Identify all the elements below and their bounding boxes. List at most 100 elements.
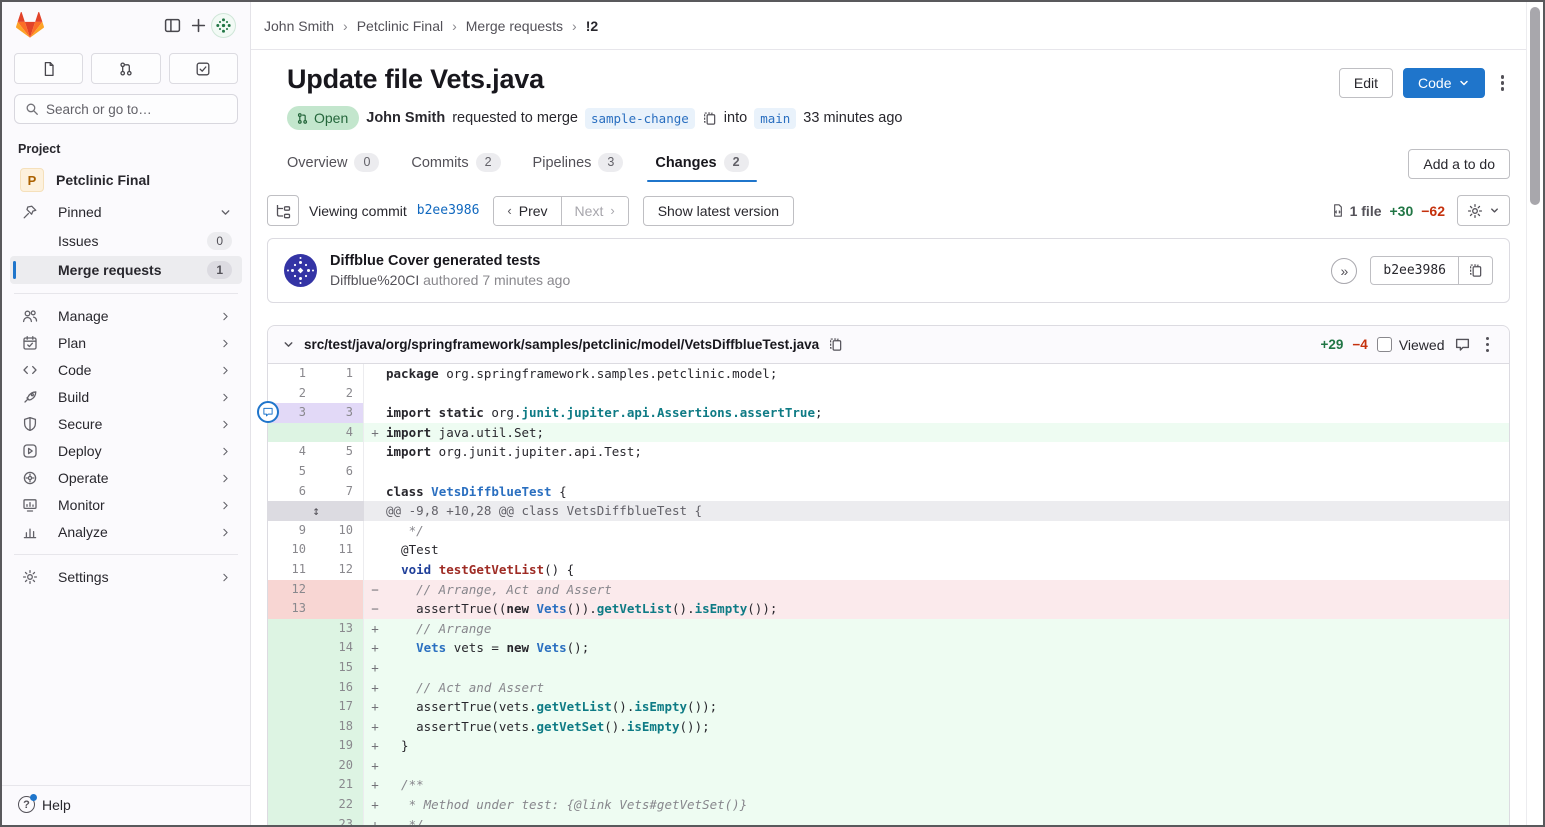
old-line-number[interactable]: 6 xyxy=(268,482,316,502)
diff-settings-button[interactable] xyxy=(1457,195,1510,226)
breadcrumb-item[interactable]: John Smith xyxy=(264,18,334,34)
old-line-number[interactable] xyxy=(268,795,316,815)
old-line-number[interactable] xyxy=(268,423,316,443)
sidebar-item-pinned[interactable]: Pinned xyxy=(10,199,242,225)
old-line-number[interactable]: 4 xyxy=(268,442,316,462)
copy-sha-icon[interactable] xyxy=(1459,256,1493,285)
breadcrumb-item[interactable]: Petclinic Final xyxy=(357,18,443,34)
old-line-number[interactable] xyxy=(268,658,316,678)
new-line-number[interactable]: 4 xyxy=(316,423,364,443)
old-line-number[interactable]: 13 xyxy=(268,599,316,619)
sidebar-item-plan[interactable]: Plan xyxy=(10,330,242,356)
prev-commit-button[interactable]: ‹ Prev xyxy=(494,197,560,225)
diff-expand-row[interactable]: ↕ @@ -9,8 +10,28 @@ class VetsDiffblueTe… xyxy=(268,501,1509,521)
new-line-number[interactable]: 21 xyxy=(316,775,364,795)
sidebar-item-deploy[interactable]: Deploy xyxy=(10,438,242,464)
new-line-number[interactable]: 2 xyxy=(316,384,364,404)
sidebar-item-project[interactable]: P Petclinic Final xyxy=(10,163,242,197)
commit-sha-link[interactable]: b2ee3986 xyxy=(417,203,480,218)
mr-author[interactable]: John Smith xyxy=(366,110,445,126)
new-line-number[interactable]: 16 xyxy=(316,678,364,698)
old-line-number[interactable]: 2 xyxy=(268,384,316,404)
new-line-number[interactable]: 12 xyxy=(316,560,364,580)
new-line-number[interactable]: 18 xyxy=(316,717,364,737)
tab-commits[interactable]: Commits 2 xyxy=(403,140,508,187)
target-branch-badge[interactable]: main xyxy=(754,108,796,129)
commit-author[interactable]: Diffblue%20CI xyxy=(330,272,419,288)
expand-commit-icon[interactable]: » xyxy=(1331,258,1357,284)
old-line-number[interactable]: 10 xyxy=(268,540,316,560)
diff-file-path[interactable]: src/test/java/org/springframework/sample… xyxy=(304,337,819,352)
file-tree-toggle-icon[interactable] xyxy=(267,195,299,226)
sidebar-item-manage[interactable]: Manage xyxy=(10,303,242,329)
new-line-number[interactable] xyxy=(316,599,364,619)
sidebar-item-settings[interactable]: Settings xyxy=(10,564,242,590)
tab-changes[interactable]: Changes 2 xyxy=(647,140,756,187)
collapse-file-icon[interactable] xyxy=(282,338,295,351)
old-line-number[interactable] xyxy=(268,638,316,658)
old-line-number[interactable]: 11 xyxy=(268,560,316,580)
sidebar-item-code[interactable]: Code xyxy=(10,357,242,383)
next-commit-button[interactable]: Next › xyxy=(561,197,628,225)
sidebar-toggle-icon[interactable] xyxy=(159,13,185,39)
tab-pipelines[interactable]: Pipelines 3 xyxy=(525,140,632,187)
file-options-icon[interactable] xyxy=(1480,331,1496,359)
sidebar-item-issues[interactable]: Issues 0 xyxy=(10,227,242,255)
new-line-number[interactable]: 1 xyxy=(316,364,364,384)
copy-branch-icon[interactable] xyxy=(702,111,717,126)
old-line-number[interactable] xyxy=(268,717,316,737)
show-latest-version-button[interactable]: Show latest version xyxy=(643,196,794,226)
more-options-icon[interactable] xyxy=(1495,69,1511,97)
new-line-number[interactable]: 11 xyxy=(316,540,364,560)
todo-shortcut-button[interactable] xyxy=(169,53,238,84)
search-input[interactable]: Search or go to… xyxy=(14,94,238,124)
old-line-number[interactable] xyxy=(268,736,316,756)
old-line-number[interactable]: 5 xyxy=(268,462,316,482)
sidebar-item-operate[interactable]: Operate xyxy=(10,465,242,491)
plus-icon[interactable] xyxy=(185,13,211,39)
sidebar-item-help[interactable]: ? Help xyxy=(2,785,250,825)
old-line-number[interactable] xyxy=(268,815,316,825)
old-line-number[interactable]: 1 xyxy=(268,364,316,384)
breadcrumb-item[interactable]: Merge requests xyxy=(466,18,563,34)
new-line-number[interactable]: 6 xyxy=(316,462,364,482)
old-line-number[interactable] xyxy=(268,756,316,776)
new-line-number[interactable]: 10 xyxy=(316,521,364,541)
old-line-number[interactable]: 9 xyxy=(268,521,316,541)
merge-request-shortcut-button[interactable] xyxy=(91,53,160,84)
old-line-number[interactable] xyxy=(268,619,316,639)
sidebar-item-build[interactable]: Build xyxy=(10,384,242,410)
commit-title[interactable]: Diffblue Cover generated tests xyxy=(330,253,570,269)
copy-path-icon[interactable] xyxy=(828,337,843,352)
edit-button[interactable]: Edit xyxy=(1339,68,1393,98)
sidebar-item-merge-requests[interactable]: Merge requests 1 xyxy=(10,256,242,284)
issues-shortcut-button[interactable] xyxy=(14,53,83,84)
old-line-number[interactable] xyxy=(268,697,316,717)
new-line-number[interactable]: 22 xyxy=(316,795,364,815)
sidebar-item-secure[interactable]: Secure xyxy=(10,411,242,437)
new-line-number[interactable] xyxy=(316,580,364,600)
new-line-number[interactable]: 17 xyxy=(316,697,364,717)
source-branch-badge[interactable]: sample-change xyxy=(585,108,695,129)
sidebar-item-monitor[interactable]: Monitor xyxy=(10,492,242,518)
old-line-number[interactable] xyxy=(268,775,316,795)
new-line-number[interactable]: 14 xyxy=(316,638,364,658)
new-line-number[interactable]: 5 xyxy=(316,442,364,462)
new-line-number[interactable]: 13 xyxy=(316,619,364,639)
new-line-number[interactable]: 3 xyxy=(316,403,364,423)
old-line-number[interactable] xyxy=(268,678,316,698)
user-avatar[interactable] xyxy=(211,13,236,38)
sidebar-item-analyze[interactable]: Analyze xyxy=(10,519,242,545)
new-line-number[interactable]: 7 xyxy=(316,482,364,502)
code-button[interactable]: Code xyxy=(1403,68,1484,98)
scrollbar-thumb[interactable] xyxy=(1530,7,1540,205)
new-line-number[interactable]: 23 xyxy=(316,815,364,825)
new-line-number[interactable]: 19 xyxy=(316,736,364,756)
gitlab-logo[interactable] xyxy=(16,12,44,39)
comment-icon[interactable] xyxy=(1454,336,1471,353)
old-line-number[interactable]: 12 xyxy=(268,580,316,600)
new-line-number[interactable]: 15 xyxy=(316,658,364,678)
tab-overview[interactable]: Overview 0 xyxy=(279,140,387,187)
new-line-number[interactable]: 20 xyxy=(316,756,364,776)
expand-lines-icon[interactable]: ↕ xyxy=(268,501,364,521)
